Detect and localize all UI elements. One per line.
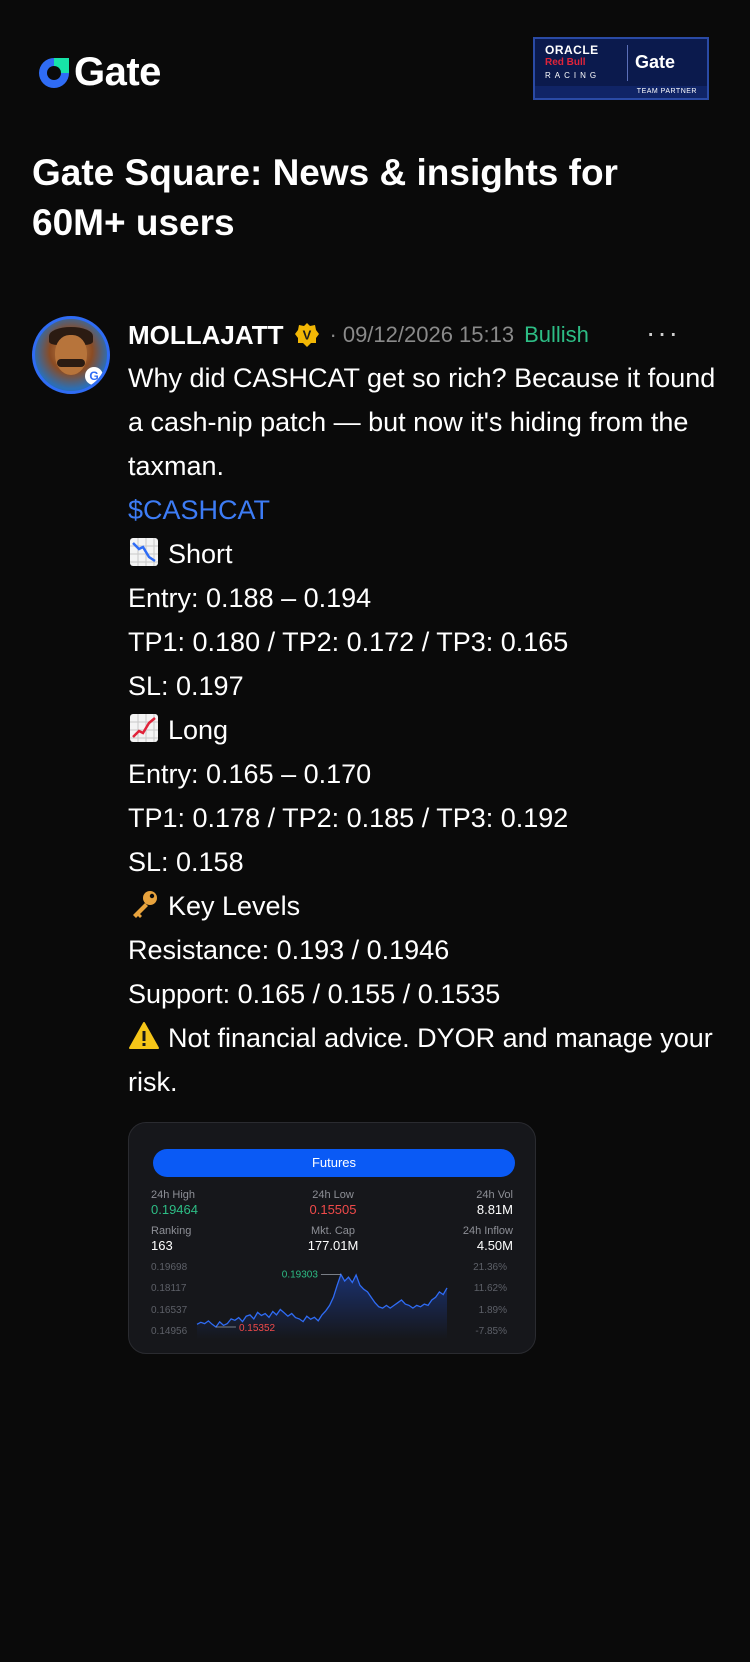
partner-redbull-text: Red Bull [545, 57, 586, 68]
long-heading: Long [128, 708, 718, 752]
verified-letter: V [302, 328, 311, 343]
partner-divider [627, 45, 628, 81]
post-intro: Why did CASHCAT get so rich? Because it … [128, 363, 716, 481]
sentiment-tag: Bullish [524, 322, 589, 347]
gate-logo-icon [36, 55, 72, 91]
futures-market-card[interactable]: Futures 24h High 0.19464 24h Low 0.15505 2… [128, 1122, 536, 1354]
disclaimer: Not financial advice. DYOR and manage yo… [128, 1016, 718, 1104]
avatar-gate-badge-icon: G [85, 367, 103, 385]
more-options-icon[interactable]: ··· [646, 318, 680, 348]
long-label: Long [168, 715, 229, 745]
price-chart: 0.19303 0.15352 [196, 1269, 448, 1339]
max-price-label: 0.19303 [282, 1269, 319, 1280]
meta-separator: · [329, 322, 337, 347]
disclaimer-text: Not financial advice. DYOR and manage yo… [128, 1023, 713, 1097]
long-tp: TP1: 0.178 / TP2: 0.185 / TP3: 0.192 [128, 803, 569, 833]
warning-icon [128, 1020, 160, 1052]
partner-oracle-text: ORACLE [545, 43, 599, 57]
post-meta: MOLLAJATT V · 09/12/2026 15:13 Bullish [128, 318, 589, 352]
oracle-redbull-partner-banner[interactable]: ORACLE Red Bull RACING Gate TEAM PARTNER [533, 37, 709, 100]
username[interactable]: MOLLAJATT [128, 320, 284, 351]
verified-badge-icon: V [294, 322, 320, 348]
key-label: Key Levels [168, 891, 301, 921]
avatar-mustache [57, 359, 85, 367]
avatar[interactable]: G [32, 316, 110, 394]
min-price-label: 0.15352 [239, 1323, 276, 1334]
post-date: 09/12/2026 15:13 [342, 322, 515, 347]
chart-decreasing-icon [128, 536, 160, 568]
partner-team-partner-text: TEAM PARTNER [535, 86, 707, 98]
header: Gate ORACLE Red Bull RACING Gate TEAM PA… [0, 0, 750, 140]
short-entry: Entry: 0.188 – 0.194 [128, 583, 372, 613]
short-label: Short [168, 539, 233, 569]
logo-text: Gate [74, 50, 161, 94]
gate-logo[interactable]: Gate [36, 50, 161, 95]
price-area [197, 1274, 447, 1339]
ticker-link[interactable]: $CASHCAT [128, 488, 718, 532]
long-entry: Entry: 0.165 – 0.170 [128, 759, 372, 789]
post-body: Why did CASHCAT get so rich? Because it … [128, 356, 718, 1104]
short-sl: SL: 0.197 [128, 671, 244, 701]
avatar-face [55, 335, 87, 375]
page-title: Gate Square: News & insights for 60M+ us… [32, 152, 618, 243]
partner-gate-text: Gate [635, 52, 676, 72]
long-sl: SL: 0.158 [128, 847, 244, 877]
key-heading: Key Levels [128, 884, 718, 928]
support-line: Support: 0.165 / 0.155 / 0.1535 [128, 979, 501, 1009]
chart-increasing-icon [128, 712, 160, 744]
short-heading: Short [128, 532, 718, 576]
key-icon [128, 888, 160, 920]
short-tp: TP1: 0.180 / TP2: 0.172 / TP3: 0.165 [128, 627, 569, 657]
partner-racing-text: RACING [545, 71, 601, 80]
resistance-line: Resistance: 0.193 / 0.1946 [128, 935, 450, 965]
